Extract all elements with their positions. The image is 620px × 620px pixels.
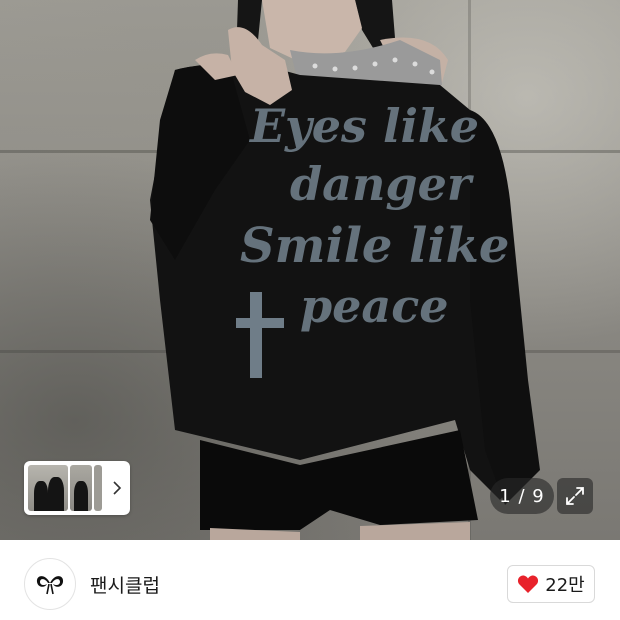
thumbnail-model xyxy=(74,481,88,511)
like-button[interactable]: 22만 xyxy=(507,565,595,603)
thumbnail-image[interactable] xyxy=(94,465,102,511)
store-logo[interactable] xyxy=(24,558,76,610)
shirt-text-line1: Eyes like xyxy=(248,99,479,153)
fancy-club-logo-icon xyxy=(36,576,64,595)
shirt-text-line4: peace xyxy=(300,279,449,333)
expand-icon[interactable] xyxy=(557,478,593,514)
thumbnail-image[interactable] xyxy=(70,465,92,511)
image-counter: 1 / 9 xyxy=(490,478,554,514)
thumbnail-model xyxy=(48,477,64,511)
thumbnail-strip[interactable] xyxy=(24,461,130,515)
store-bar: 팬시클럽 22만 xyxy=(0,540,620,620)
shirt-text-line3: Smile like xyxy=(240,218,509,274)
heart-icon xyxy=(518,575,539,593)
store-name[interactable]: 팬시클럽 xyxy=(90,571,160,598)
model-figure: Eyes like danger Smile like peace xyxy=(150,0,540,540)
shirt-text-line2: danger xyxy=(290,157,475,211)
product-photo[interactable]: Eyes like danger Smile like peace 1 / 9 xyxy=(0,0,620,540)
thumbnail-image[interactable] xyxy=(28,465,68,511)
like-count: 22만 xyxy=(545,575,585,596)
thumbnail-model xyxy=(34,481,48,511)
chevron-right-icon[interactable] xyxy=(110,476,124,500)
